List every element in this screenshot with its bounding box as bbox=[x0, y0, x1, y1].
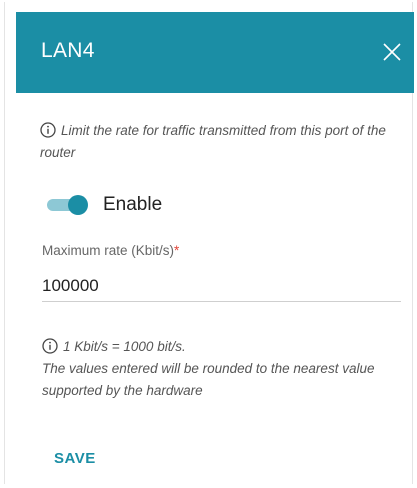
note-text-block: 1 Kbit/s = 1000 bit/s. The values entere… bbox=[42, 336, 404, 402]
save-button[interactable]: SAVE bbox=[54, 450, 96, 467]
dialog-title: LAN4 bbox=[41, 39, 95, 62]
lan-port-dialog: LAN4 Limit the rate for traffic transmit… bbox=[4, 2, 414, 484]
toggle-knob bbox=[68, 195, 88, 215]
max-rate-input[interactable] bbox=[42, 270, 401, 302]
dialog-header: LAN4 bbox=[16, 12, 414, 93]
description-text: Limit the rate for traffic transmitted f… bbox=[40, 123, 386, 160]
close-icon[interactable] bbox=[380, 40, 404, 64]
note-line2: The values entered will be rounded to th… bbox=[42, 361, 375, 398]
max-rate-label-text: Maximum rate (Kbit/s) bbox=[42, 243, 175, 258]
info-icon bbox=[40, 122, 56, 138]
note-line1: 1 Kbit/s = 1000 bit/s. bbox=[63, 339, 186, 354]
max-rate-label: Maximum rate (Kbit/s)* bbox=[42, 243, 179, 258]
description-text-block: Limit the rate for traffic transmitted f… bbox=[40, 120, 402, 164]
info-icon bbox=[42, 338, 58, 354]
required-marker: * bbox=[174, 243, 180, 258]
enable-label: Enable bbox=[103, 194, 163, 215]
enable-toggle[interactable] bbox=[45, 195, 91, 215]
